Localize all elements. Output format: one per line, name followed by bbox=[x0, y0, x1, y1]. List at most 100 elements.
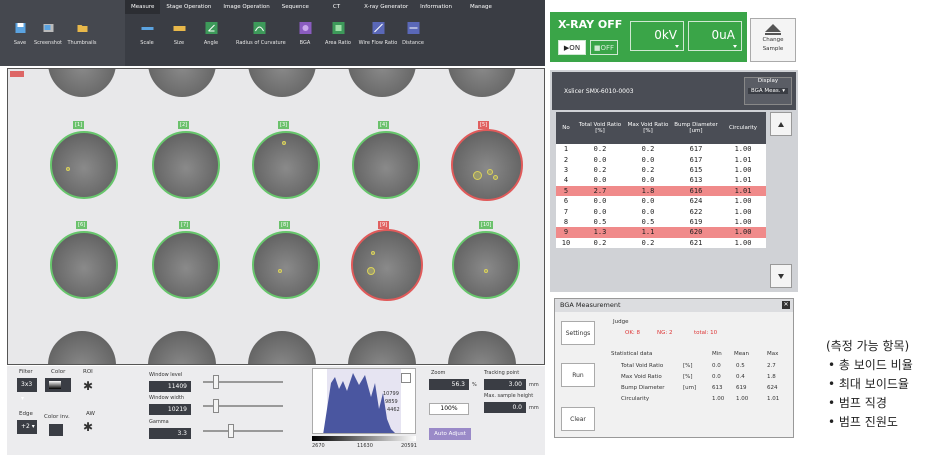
bump-ball[interactable] bbox=[452, 231, 520, 299]
angle-icon bbox=[205, 22, 217, 34]
table-cell: 0.0 bbox=[593, 176, 607, 185]
menu-image-operation[interactable]: Image Operation bbox=[217, 0, 275, 14]
table-cell: 0.0 bbox=[641, 176, 655, 185]
table-row[interactable]: 9 1.3 1.1 620 1.00 bbox=[556, 227, 766, 238]
color-label: Color bbox=[51, 369, 66, 375]
stat-mean: 0.4 bbox=[736, 374, 745, 380]
tracking-value[interactable]: 3.00 bbox=[484, 379, 526, 390]
table-row[interactable]: 1 0.2 0.2 617 1.00 bbox=[556, 144, 766, 154]
table-row[interactable]: 3 0.2 0.2 615 1.00 bbox=[556, 165, 766, 175]
filter-select[interactable]: 3x3 ▾ bbox=[17, 378, 37, 402]
menu-information[interactable]: Information bbox=[414, 0, 458, 14]
thumbnails-button[interactable]: Thumbnails bbox=[62, 22, 102, 46]
table-row[interactable]: 6 0.0 0.0 624 1.00 bbox=[556, 196, 766, 206]
current-readout[interactable]: 0uA bbox=[688, 21, 742, 51]
col-no[interactable]: No bbox=[556, 112, 576, 144]
col-circularity[interactable]: Circularity bbox=[720, 112, 766, 144]
table-row[interactable]: 2 0.0 0.0 617 1.01 bbox=[556, 154, 766, 164]
bump-ball[interactable] bbox=[50, 131, 118, 199]
table-cell: 0.0 bbox=[641, 197, 655, 206]
max-height-value[interactable]: 0.0 bbox=[484, 402, 526, 413]
display-select[interactable]: Display BGA Meas. ▾ bbox=[744, 77, 792, 105]
bump-ball-ng[interactable] bbox=[451, 129, 523, 201]
roi-gear-icon[interactable]: ✱ bbox=[83, 379, 93, 393]
window-width-value[interactable]: 10219 bbox=[149, 404, 191, 415]
menu-sequence[interactable]: Sequence bbox=[276, 0, 315, 14]
table-cell: 617 bbox=[689, 155, 703, 164]
edge-select[interactable]: +2 ▾ bbox=[17, 420, 37, 434]
bump-ball[interactable] bbox=[252, 131, 320, 199]
col-total-void[interactable]: Total Void Ratio [%] bbox=[576, 112, 624, 144]
table-row[interactable]: 5 2.7 1.8 616 1.01 bbox=[556, 185, 766, 196]
voltage-readout[interactable]: 0kV bbox=[630, 21, 684, 51]
bump-ball[interactable] bbox=[252, 231, 320, 299]
distance-button[interactable]: Distance bbox=[393, 22, 433, 46]
window-level-value[interactable]: 11409 bbox=[149, 381, 191, 392]
menu-xray-generator[interactable]: X-ray Generator bbox=[358, 0, 414, 14]
notes-item: • 범프 직경 bbox=[828, 396, 887, 410]
notes-item: • 최대 보이드율 bbox=[828, 377, 909, 391]
table-row[interactable]: 4 0.0 0.0 613 1.01 bbox=[556, 175, 766, 185]
tracking-unit: mm bbox=[529, 382, 539, 388]
table-cell: 1.00 bbox=[734, 165, 752, 174]
table-row[interactable]: 8 0.5 0.5 619 1.00 bbox=[556, 217, 766, 227]
menu-bar: Measure Stage Operation Image Operation … bbox=[125, 0, 545, 14]
menu-stage-operation[interactable]: Stage Operation bbox=[160, 0, 217, 14]
clear-button[interactable]: Clear bbox=[561, 407, 595, 431]
settings-button[interactable]: Settings bbox=[561, 321, 595, 345]
menu-manage[interactable]: Manage bbox=[458, 0, 498, 14]
color-invert-icon[interactable] bbox=[49, 424, 63, 436]
zoom-100-button[interactable]: 100% bbox=[429, 403, 469, 415]
histogram-toggle[interactable] bbox=[401, 373, 411, 383]
color-select[interactable] bbox=[45, 378, 71, 392]
table-row[interactable]: 10 0.2 0.2 621 1.00 bbox=[556, 238, 766, 248]
bump-label: [8] bbox=[279, 221, 291, 229]
xray-off-button[interactable]: ■OFF bbox=[590, 40, 618, 55]
xray-image-view[interactable]: [1] [2] [3] [4] [5] [6] [7] [8] [9] [10] bbox=[7, 68, 545, 365]
view-tag bbox=[10, 71, 24, 77]
wire-flow-icon bbox=[372, 22, 384, 34]
menu-ct[interactable]: CT bbox=[315, 0, 358, 14]
bump-ball[interactable] bbox=[352, 131, 420, 199]
angle-button[interactable]: Angle bbox=[191, 22, 231, 46]
bump-ball[interactable] bbox=[152, 131, 220, 199]
window-level-thumb[interactable] bbox=[213, 375, 219, 389]
bump-ball[interactable] bbox=[152, 231, 220, 299]
table-cell: 1.00 bbox=[734, 217, 752, 226]
bump-ball[interactable] bbox=[50, 231, 118, 299]
notes-item: • 총 보이드 비율 bbox=[828, 358, 913, 372]
table-cell: 1.01 bbox=[734, 155, 752, 164]
stat-max: 624 bbox=[767, 385, 778, 391]
window-width-thumb[interactable] bbox=[213, 399, 219, 413]
stat-min: 1.00 bbox=[712, 396, 725, 402]
gamma-value[interactable]: 3.3 bbox=[149, 428, 191, 439]
area-ratio-button[interactable]: Area Ratio bbox=[318, 22, 358, 46]
xray-on-button[interactable]: ▶ON bbox=[558, 40, 586, 55]
menu-measure[interactable]: Measure bbox=[125, 0, 161, 14]
table-cell: 620 bbox=[672, 227, 720, 238]
void-marker bbox=[371, 251, 375, 255]
table-cell: 1.8 bbox=[624, 185, 672, 196]
wire-flow-button[interactable]: Wire Flow Ratio bbox=[358, 22, 398, 46]
close-icon[interactable]: ✕ bbox=[782, 301, 790, 309]
gamma-thumb[interactable] bbox=[228, 424, 234, 438]
table-cell: 1.00 bbox=[734, 197, 752, 206]
window-level-label: Window level bbox=[149, 372, 183, 378]
run-button[interactable]: Run bbox=[561, 363, 595, 387]
bump-ball-ng[interactable] bbox=[351, 229, 423, 301]
chevron-down-icon bbox=[675, 45, 679, 48]
curvature-button[interactable]: Radius of Curvature bbox=[236, 22, 286, 46]
scroll-up-button[interactable] bbox=[770, 112, 792, 136]
histogram[interactable]: 10799 9859 4462 bbox=[312, 368, 416, 434]
gamma-slider[interactable] bbox=[203, 430, 283, 432]
display-value: BGA Meas. ▾ bbox=[748, 88, 788, 94]
col-bump-diameter[interactable]: Bump Diameter [um] bbox=[672, 112, 720, 144]
aw-gear-icon[interactable]: ✱ bbox=[83, 420, 93, 434]
table-row[interactable]: 7 0.0 0.0 622 1.00 bbox=[556, 206, 766, 216]
col-max-void[interactable]: Max Void Ratio [%] bbox=[624, 112, 672, 144]
folder-icon bbox=[77, 25, 87, 32]
auto-adjust-button[interactable]: Auto Adjust bbox=[429, 428, 471, 440]
change-sample-button[interactable]: Change Sample bbox=[750, 18, 796, 62]
scroll-down-button[interactable] bbox=[770, 264, 792, 288]
zoom-value[interactable]: 56.3 bbox=[429, 379, 469, 390]
